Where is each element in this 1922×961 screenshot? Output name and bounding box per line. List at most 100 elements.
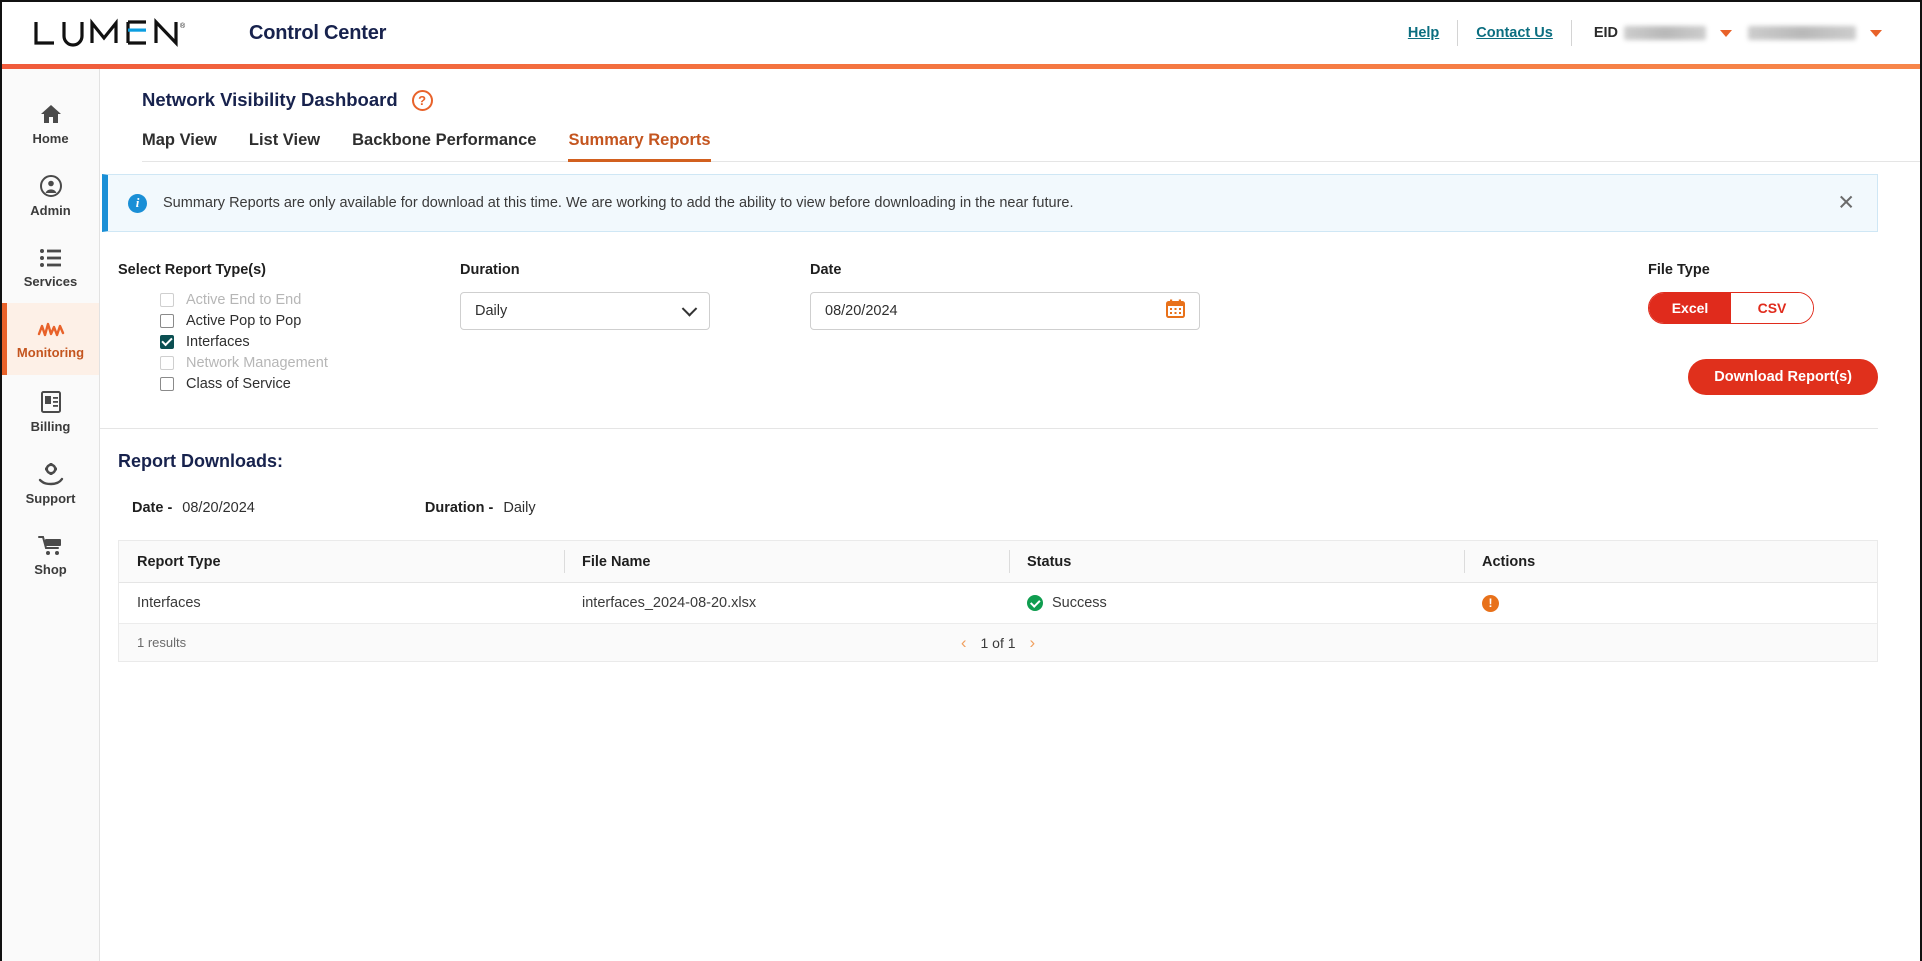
tab-backbone-performance[interactable]: Backbone Performance	[352, 131, 536, 162]
checkbox-box[interactable]	[160, 377, 174, 391]
column-header-file-name[interactable]: File Name	[564, 541, 1009, 582]
svg-text:®: ®	[180, 22, 186, 30]
home-icon	[39, 102, 63, 126]
checkbox-box	[160, 356, 174, 370]
file-type-group: File Type Excel CSV	[1648, 262, 1878, 324]
chevron-down-icon[interactable]	[1720, 29, 1732, 37]
download-reports-button[interactable]: Download Report(s)	[1688, 359, 1878, 395]
column-header-status[interactable]: Status	[1009, 541, 1464, 582]
eid-value-redacted	[1624, 26, 1706, 40]
checkbox-box[interactable]	[160, 335, 174, 349]
report-meta: Date - 08/20/2024 Duration - Daily	[118, 500, 1878, 516]
checkbox-active-end-to-end: Active End to End	[160, 292, 460, 308]
contact-us-link[interactable]: Contact Us	[1458, 25, 1571, 41]
chevron-left-icon[interactable]: ‹	[961, 634, 967, 651]
chevron-down-icon[interactable]	[1870, 29, 1882, 37]
alert-circle-icon[interactable]: !	[1482, 594, 1499, 612]
activity-icon	[37, 320, 65, 340]
question-mark-icon[interactable]: ?	[411, 89, 433, 111]
checkbox-label: Active End to End	[186, 292, 302, 308]
sidebar-item-label: Monitoring	[16, 344, 85, 360]
sidebar-item-label: Support	[25, 490, 76, 506]
checkbox-box[interactable]	[160, 314, 174, 328]
account-value-redacted	[1748, 26, 1856, 40]
chevron-down-icon	[681, 301, 698, 317]
duration-label: Duration	[460, 262, 520, 278]
column-header-report-type[interactable]: Report Type	[119, 541, 564, 582]
invoice-icon	[40, 390, 62, 414]
check-circle-icon	[1027, 595, 1043, 611]
page-title: Network Visibility Dashboard	[142, 89, 398, 110]
app-title: Control Center	[249, 21, 387, 44]
top-header: ® Control Center Help Contact Us EID	[2, 2, 1920, 64]
sidebar-item-monitoring[interactable]: Monitoring	[2, 303, 99, 375]
report-types-label: Select Report Type(s)	[118, 262, 266, 278]
account-selector[interactable]	[1748, 26, 1902, 40]
eid-label: EID	[1593, 25, 1618, 41]
date-group: Date 08/20/2024	[810, 262, 1330, 428]
status-text: Success	[1052, 595, 1107, 611]
header-right-actions: Help Contact Us EID	[1390, 2, 1902, 64]
sidebar-item-home[interactable]: Home	[2, 87, 99, 159]
sidebar-item-billing[interactable]: Billing	[2, 375, 99, 447]
close-icon[interactable]: ✕	[1837, 193, 1855, 214]
checkbox-label: Interfaces	[186, 334, 250, 350]
meta-duration-value: Daily	[503, 500, 536, 516]
page-indicator: 1 of 1	[980, 634, 1016, 651]
report-downloads-table: Report Type File Name Status Actions Int…	[118, 540, 1878, 662]
sidebar-item-shop[interactable]: Shop	[2, 519, 99, 591]
lumen-logo[interactable]: ®	[32, 18, 187, 48]
support-hand-icon	[38, 462, 64, 486]
checkbox-box	[160, 293, 174, 307]
tab-list-view[interactable]: List View	[249, 131, 320, 162]
sidebar-item-label: Shop	[34, 561, 67, 577]
app-window: ® Control Center Help Contact Us EID Hom…	[0, 0, 1922, 961]
table-row: Interfaces interfaces_2024-08-20.xlsx Su…	[119, 583, 1877, 624]
checkbox-interfaces[interactable]: Interfaces	[160, 334, 460, 350]
page-header: Network Visibility Dashboard ?	[142, 89, 1920, 111]
help-link[interactable]: Help	[1390, 25, 1457, 41]
sidebar-item-admin[interactable]: Admin	[2, 159, 99, 231]
calendar-icon[interactable]	[1166, 299, 1185, 323]
main-content: Network Visibility Dashboard ? Map View …	[100, 69, 1920, 961]
checkbox-class-of-service[interactable]: Class of Service	[160, 376, 460, 392]
checkbox-network-management: Network Management	[160, 355, 460, 371]
checkbox-label: Class of Service	[186, 376, 291, 392]
report-filters: Select Report Type(s) Active End to End …	[100, 232, 1920, 428]
sidebar-item-support[interactable]: Support	[2, 447, 99, 519]
sidebar-item-label: Billing	[30, 418, 71, 434]
sidebar-item-label: Home	[32, 130, 69, 146]
file-type-option-excel[interactable]: Excel	[1649, 293, 1731, 323]
report-type-group: Select Report Type(s) Active End to End …	[100, 262, 460, 428]
checkbox-label: Network Management	[186, 355, 328, 371]
meta-duration-label: Duration -	[424, 500, 494, 516]
tab-summary-reports[interactable]: Summary Reports	[568, 131, 711, 162]
checkbox-label: Active Pop to Pop	[186, 313, 302, 329]
date-input[interactable]: 08/20/2024	[810, 292, 1200, 330]
table-footer: 1 results ‹ 1 of 1 ›	[119, 624, 1877, 662]
checkbox-active-pop-to-pop[interactable]: Active Pop to Pop	[160, 313, 460, 329]
meta-date-label: Date -	[132, 500, 173, 516]
table-header-row: Report Type File Name Status Actions	[119, 541, 1877, 583]
tab-map-view[interactable]: Map View	[142, 131, 217, 162]
file-type-label: File Type	[1648, 262, 1710, 278]
duration-select[interactable]: Daily	[460, 292, 710, 330]
file-type-option-csv[interactable]: CSV	[1731, 293, 1813, 323]
info-banner: i Summary Reports are only available for…	[102, 174, 1878, 232]
cell-status: Success	[1009, 583, 1464, 623]
meta-date-value: 08/20/2024	[182, 500, 255, 516]
date-value: 08/20/2024	[825, 303, 898, 319]
cart-icon	[37, 535, 64, 557]
sidebar-item-label: Admin	[30, 202, 71, 218]
eid-selector[interactable]: EID	[1572, 25, 1748, 41]
section-title: Report Downloads:	[118, 451, 283, 471]
column-header-actions[interactable]: Actions	[1464, 541, 1877, 582]
tab-bar: Map View List View Backbone Performance …	[142, 131, 1920, 162]
duration-selected-value: Daily	[475, 303, 508, 319]
sidebar-item-services[interactable]: Services	[2, 231, 99, 303]
chevron-right-icon[interactable]: ›	[1030, 634, 1036, 651]
duration-group: Duration Daily	[460, 262, 810, 428]
info-banner-text: Summary Reports are only available for d…	[163, 195, 1074, 211]
pagination: ‹ 1 of 1 ›	[961, 634, 1035, 651]
sidebar-nav: Home Admin Services Monitoring Billing S…	[2, 69, 100, 961]
